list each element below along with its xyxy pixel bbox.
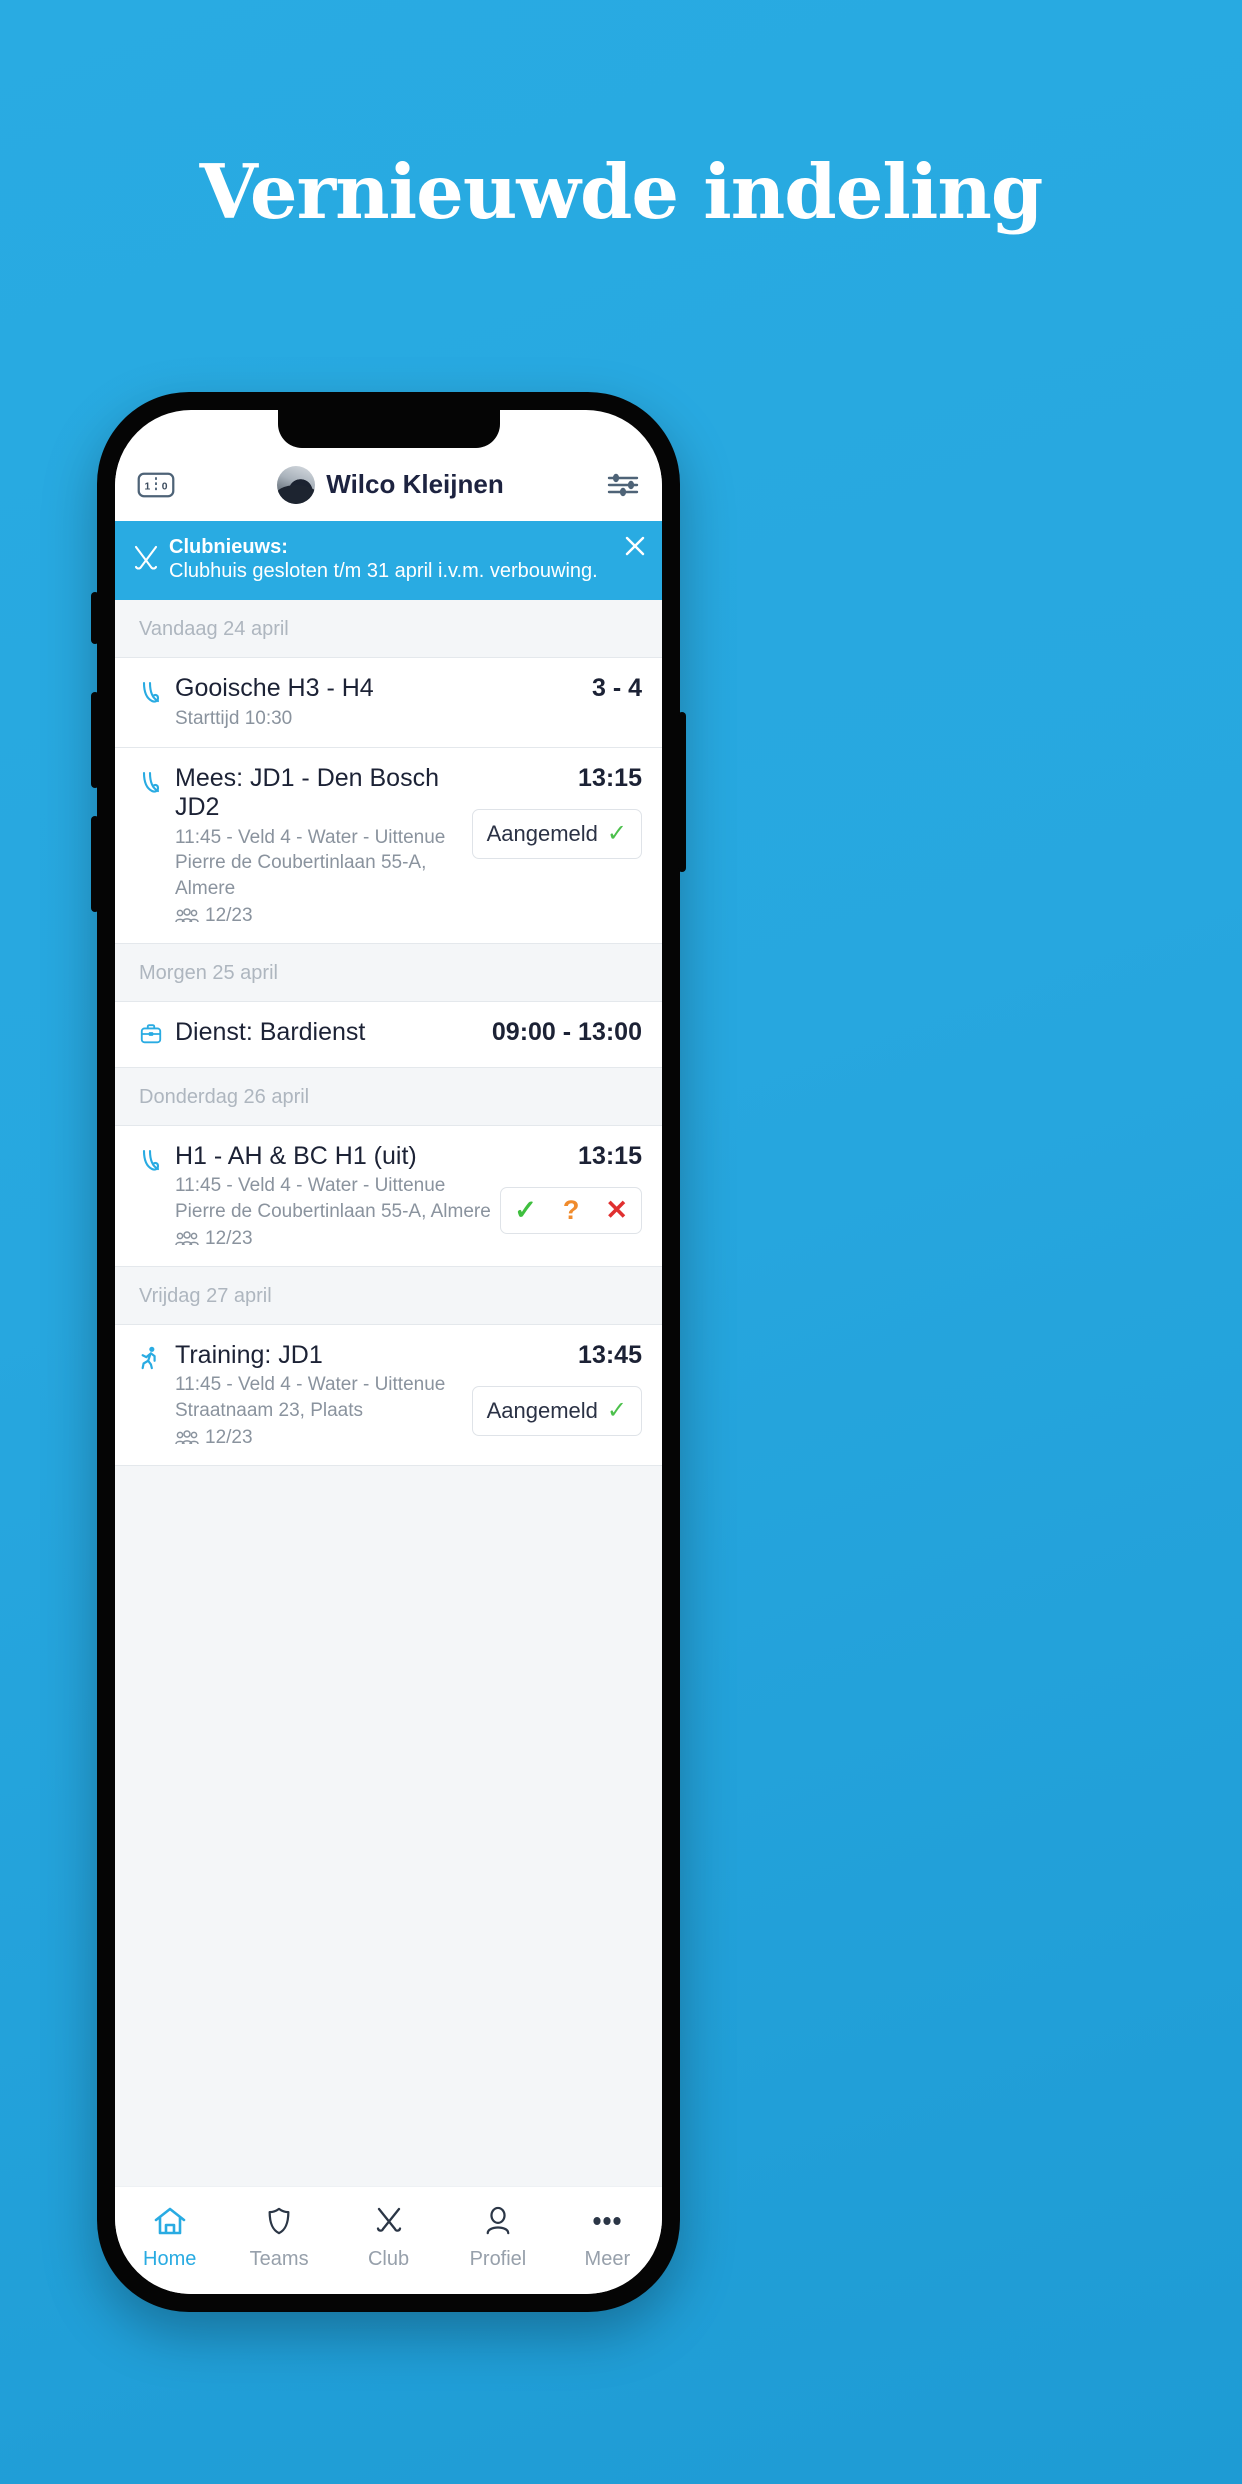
tab-meer-label: Meer [584,2248,631,2270]
running-person-icon [139,1341,169,1449]
signup-status-label: Aangemeld [486,1397,598,1423]
day-header: Donderdag 26 april [115,1067,662,1126]
event-title: Training: JD1 [175,1340,323,1369]
header-user-name: Wilco Kleijnen [326,469,504,499]
rsvp-maybe-button[interactable]: ? [550,1188,593,1233]
event-time: 13:15 [578,764,642,793]
hockey-sticks-icon [139,764,169,926]
rsvp-yes-button[interactable]: ✓ [501,1188,550,1233]
tab-teams-label: Teams [249,2248,309,2270]
attendance-count: 12/23 [175,905,464,927]
list-bottom-spacer [115,1465,662,1526]
event-location: Pierre de Coubertinlaan 55-A, Almere [175,1200,491,1222]
tab-teams[interactable]: Teams [224,2201,333,2271]
people-icon [175,1429,199,1444]
event-detail: 11:45 - Veld 4 - Water - Uittenue [175,1175,446,1197]
hockey-sticks-icon [139,1142,169,1250]
event-detail: 11:45 - Veld 4 - Water - Uittenue [175,826,446,848]
attendance-value: 12/23 [205,1426,253,1448]
event-time: 13:15 [578,1141,642,1170]
tab-home[interactable]: Home [115,2201,224,2271]
signup-status-button[interactable]: Aangemeld ✓ [471,1385,642,1436]
header-user[interactable]: Wilco Kleijnen [175,465,606,504]
event-title: H1 - AH & BC H1 (uit) [175,1141,417,1170]
tab-home-label: Home [143,2248,197,2270]
people-icon [175,907,199,922]
event-detail: Starttijd 10:30 [175,707,293,729]
event-row[interactable]: Gooische H3 - H4 Starttijd 10:30 3 - 4 [115,657,662,749]
volume-down-button[interactable] [91,816,99,912]
tab-profiel-label: Profiel [469,2248,527,2270]
tab-club[interactable]: Club [334,2201,443,2271]
event-location: Straatnaam 23, Plaats [175,1400,363,1422]
event-title: Mees: JD1 - Den Bosch JD2 [175,764,439,821]
attendance-count: 12/23 [175,1228,492,1250]
ellipsis-icon [590,2201,624,2241]
volume-up-button[interactable] [91,692,99,788]
signup-status-label: Aangemeld [486,821,598,847]
event-score: 3 - 4 [591,673,642,702]
page-title: Vernieuwde indeling [199,148,1044,236]
event-row[interactable]: Dienst: Bardienst 09:00 - 13:00 [115,1001,662,1068]
day-header: Vandaag 24 april [115,599,662,658]
tab-meer[interactable]: Meer [553,2201,662,2271]
signup-status-button[interactable]: Aangemeld ✓ [471,809,642,860]
person-icon [484,2201,512,2241]
avatar[interactable] [277,465,316,504]
scoreboard-icon[interactable]: 1 0 [137,472,175,498]
event-list[interactable]: Clubnieuws: Clubhuis gesloten t/m 31 apr… [115,521,662,2186]
attendance-count: 12/23 [175,1427,464,1449]
tab-profiel[interactable]: Profiel [443,2201,552,2271]
tab-club-label: Club [367,2248,410,2270]
power-button[interactable] [678,712,686,872]
attendance-value: 12/23 [205,1227,253,1249]
event-title: Dienst: Bardienst [175,1017,366,1046]
svg-text:1: 1 [144,481,150,492]
rsvp-group[interactable]: ✓ ? ✕ [500,1186,642,1234]
silent-switch[interactable] [91,592,99,644]
event-detail: 11:45 - Veld 4 - Water - Uittenue [175,1374,446,1396]
banner-message: Clubhuis gesloten t/m 31 april i.v.m. ve… [169,560,598,583]
check-icon: ✓ [606,820,627,848]
bottom-navigation: Home Teams Club Profiel Meer [115,2186,662,2294]
phone-frame: 1 0 Wilco Kleijnen Clubnieuws: Clubhuis … [91,392,686,2312]
briefcase-icon [139,1018,169,1051]
filter-sliders-icon[interactable] [606,472,640,498]
home-icon [153,2201,187,2241]
event-row[interactable]: Mees: JD1 - Den Bosch JD2 11:45 - Veld 4… [115,748,662,944]
people-icon [175,1230,199,1245]
check-icon: ✓ [606,1396,627,1424]
event-title: Gooische H3 - H4 [175,673,374,702]
phone-screen: 1 0 Wilco Kleijnen Clubnieuws: Clubhuis … [115,410,662,2294]
attendance-value: 12/23 [205,904,253,926]
shield-icon [265,2201,293,2241]
notch [277,410,500,448]
day-header: Vrijdag 27 april [115,1266,662,1325]
event-time: 09:00 - 13:00 [491,1017,642,1046]
rsvp-no-button[interactable]: ✕ [592,1188,641,1233]
crossed-hockey-sticks-icon [131,543,161,575]
hockey-sticks-icon [139,674,169,731]
day-header: Morgen 25 april [115,943,662,1002]
close-icon[interactable] [624,535,646,557]
hockey-sticks-icon [373,2201,405,2241]
event-location: Pierre de Coubertinlaan 55-A, Almere [175,852,427,899]
banner-title: Clubnieuws: [169,536,288,558]
event-row[interactable]: Training: JD1 11:45 - Veld 4 - Water - U… [115,1324,662,1466]
svg-text:0: 0 [162,481,168,492]
app-header: 1 0 Wilco Kleijnen [115,448,662,521]
club-news-banner[interactable]: Clubnieuws: Clubhuis gesloten t/m 31 apr… [115,521,662,600]
event-time: 13:45 [578,1340,642,1369]
event-row[interactable]: H1 - AH & BC H1 (uit) 11:45 - Veld 4 - W… [115,1125,662,1267]
